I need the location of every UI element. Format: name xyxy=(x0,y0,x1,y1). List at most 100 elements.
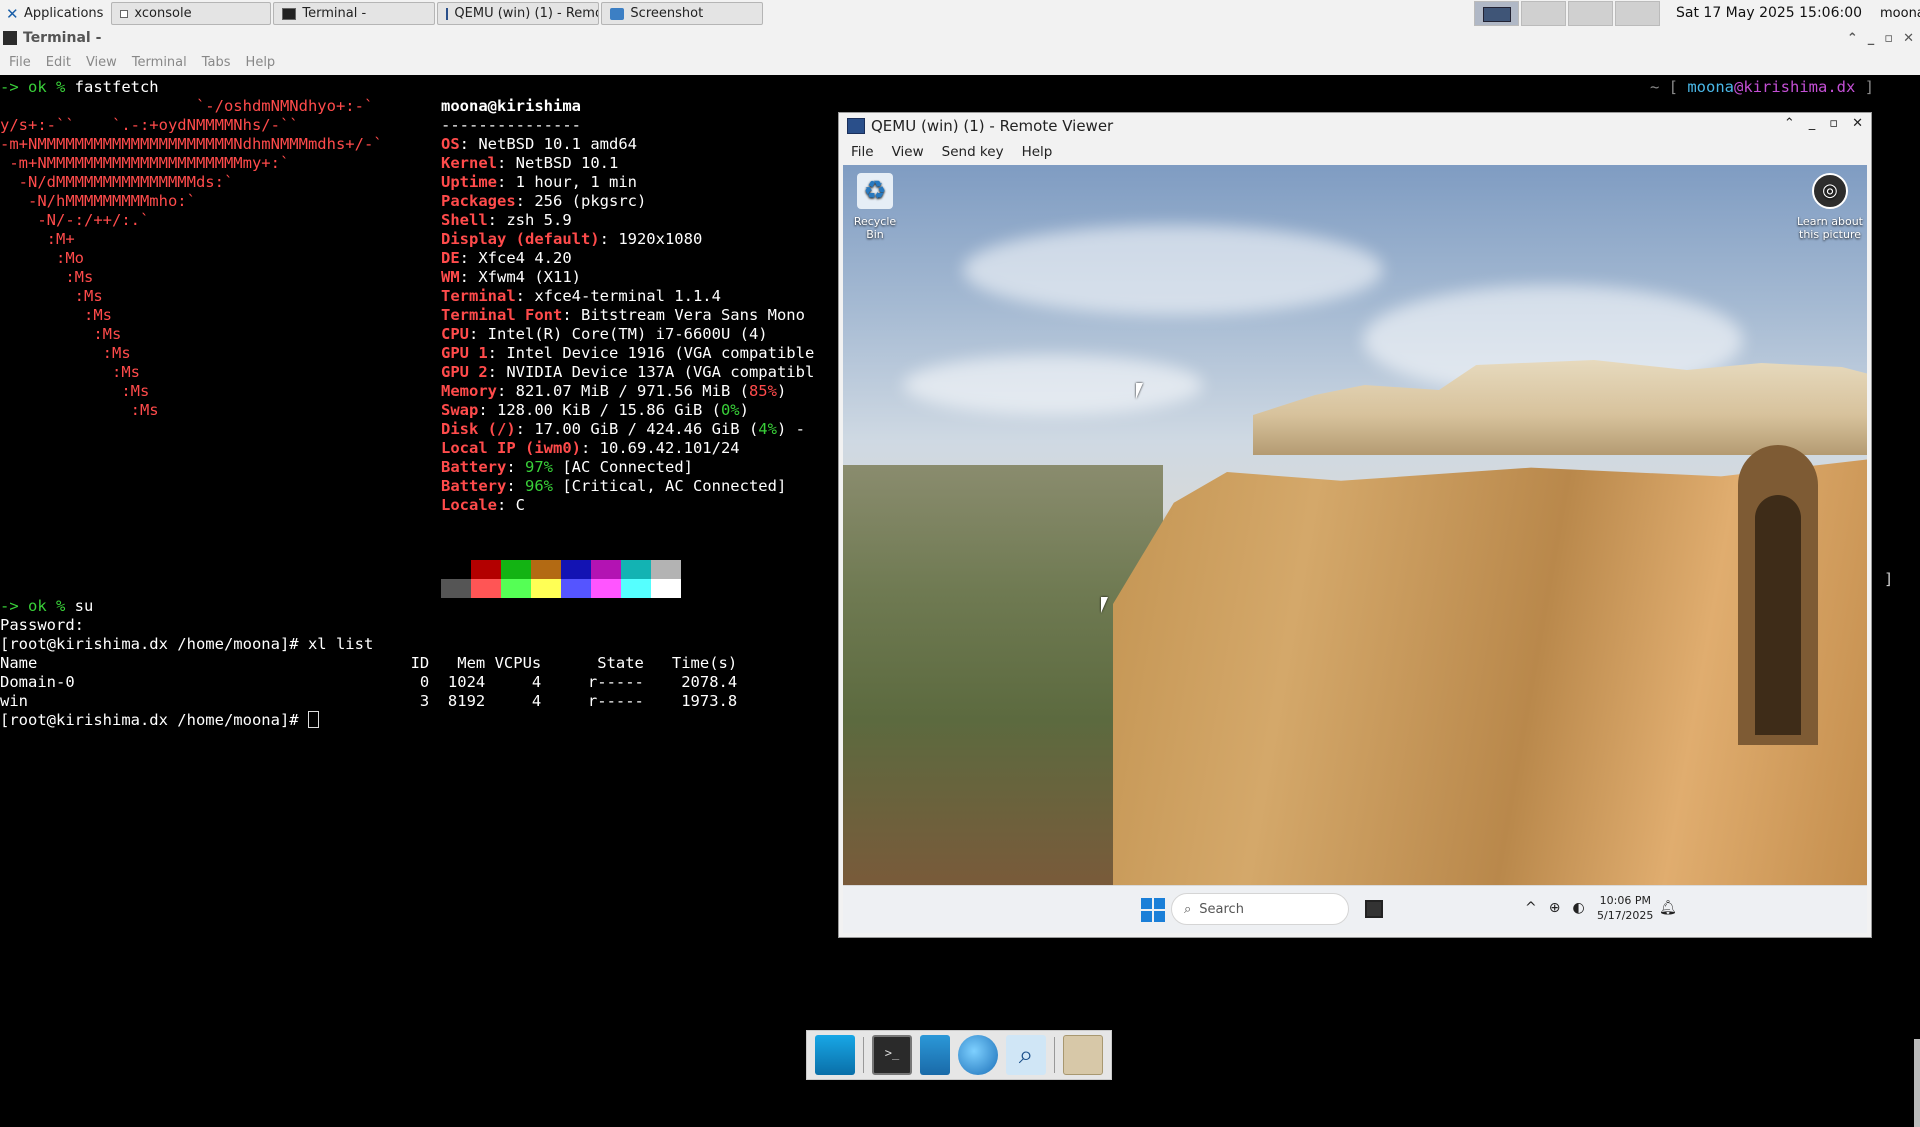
menu-terminal[interactable]: Terminal xyxy=(132,55,187,70)
menu-help[interactable]: Help xyxy=(246,55,276,70)
right-prompt: ~ [ moona@kirishima.dx ] xyxy=(1650,78,1874,97)
taskbar-item-terminal[interactable]: Terminal - xyxy=(273,2,436,25)
taskbar-item-screenshot[interactable]: Screenshot xyxy=(601,2,764,25)
ascii-logo-line: :Ms xyxy=(0,382,150,400)
info-value: 10.69.42.101/24 xyxy=(599,439,740,457)
shade-icon[interactable]: ⌃ xyxy=(1847,31,1858,46)
fastfetch-info-line: Terminal Font: Bitstream Vera Sans Mono xyxy=(441,306,805,325)
workspace-2[interactable] xyxy=(1521,1,1566,26)
info-value: 256 (pkgsrc) xyxy=(534,192,647,210)
file-manager-icon[interactable] xyxy=(920,1035,950,1075)
menu-tabs[interactable]: Tabs xyxy=(202,55,231,70)
show-desktop-icon[interactable] xyxy=(815,1035,855,1075)
folder-icon[interactable] xyxy=(1063,1035,1103,1075)
ascii-logo-line: :M+ xyxy=(0,230,75,248)
guest-display[interactable]: ♻ Recycle Bin ◎ Learn about this picture… xyxy=(843,165,1867,933)
info-tail: ) xyxy=(776,382,787,400)
info-value: NetBSD 10.1 amd64 xyxy=(478,135,637,153)
color-palette xyxy=(441,560,681,598)
info-percentage: 85% xyxy=(748,382,777,400)
panel-clock[interactable]: Sat 17 May 2025 15:06:00 xyxy=(1676,0,1862,27)
palette-swatch xyxy=(531,579,561,598)
minimize-icon[interactable]: _ xyxy=(1809,116,1816,131)
info-tail: [AC Connected] xyxy=(553,458,693,476)
web-browser-icon[interactable] xyxy=(958,1035,998,1075)
info-value: 821.07 MiB / 971.56 MiB ( xyxy=(515,382,749,400)
fastfetch-info-line: GPU 2: NVIDIA Device 137A (VGA compatibl xyxy=(441,363,814,382)
xl-list-row: win 3 8192 4 r----- 1973.8 xyxy=(0,692,738,710)
qemu-menu-send-key[interactable]: Send key xyxy=(942,144,1004,160)
screenshot-icon xyxy=(610,7,625,20)
windows-search-box[interactable]: ⌕ Search xyxy=(1171,893,1349,925)
xfce-mouse-icon: ✕ xyxy=(6,4,19,23)
terminal-icon[interactable]: >_ xyxy=(872,1035,912,1075)
terminal-icon xyxy=(3,31,17,45)
xl-list-row: Domain-0 0 1024 4 r----- 2078.4 xyxy=(0,673,738,691)
info-key: GPU 2 xyxy=(441,363,488,381)
applications-label: Applications xyxy=(24,6,104,21)
command-text: xl list xyxy=(307,635,374,653)
close-icon[interactable]: ✕ xyxy=(1852,116,1863,131)
password-line: Password: xyxy=(0,616,84,634)
info-value: 128.00 KiB / 15.86 GiB ( xyxy=(497,401,721,419)
app-finder-icon[interactable]: ⌕ xyxy=(1006,1035,1046,1075)
info-key: Uptime xyxy=(441,173,497,191)
terminal-titlebar[interactable]: Terminal - ⌃ _ ▫ ✕ xyxy=(0,27,1920,49)
maximize-icon[interactable]: ▫ xyxy=(1829,116,1838,131)
info-separator: : xyxy=(515,192,535,210)
wallpaper-bridge-arch xyxy=(1755,495,1801,735)
chevron-up-icon[interactable]: ^ xyxy=(1525,900,1537,916)
maximize-icon[interactable]: ▫ xyxy=(1884,31,1893,46)
ascii-logo-line: -N/hMMMMMMMMMmho:` xyxy=(0,192,196,210)
applications-menu-button[interactable]: ✕ Applications xyxy=(0,0,109,27)
workspace-4[interactable] xyxy=(1615,1,1660,26)
close-icon[interactable]: ✕ xyxy=(1903,31,1914,46)
windows-date: 5/17/2025 xyxy=(1597,909,1654,922)
xconsole-icon xyxy=(120,9,129,18)
fastfetch-userhost: moona@kirishima xyxy=(441,97,581,115)
windows-start-icon[interactable] xyxy=(1141,898,1165,922)
user-menu[interactable]: moona xyxy=(1880,0,1920,27)
fastfetch-info-line: Local IP (iwm0): 10.69.42.101/24 xyxy=(441,439,740,458)
info-percentage: 4% xyxy=(758,420,777,438)
top-panel: ✕ Applications xconsole Terminal - QEMU … xyxy=(0,0,1920,28)
menu-file[interactable]: File xyxy=(9,55,31,70)
info-tail: [Critical, AC Connected] xyxy=(553,477,787,495)
info-key: OS xyxy=(441,135,460,153)
fastfetch-info-line: GPU 1: Intel Device 1916 (VGA compatible xyxy=(441,344,814,363)
menu-view[interactable]: View xyxy=(86,55,117,70)
workspace-3[interactable] xyxy=(1568,1,1613,26)
shade-icon[interactable]: ⌃ xyxy=(1784,116,1795,131)
info-separator: : xyxy=(506,458,525,476)
cloud xyxy=(963,225,1383,315)
taskbar-item-xconsole[interactable]: xconsole xyxy=(111,2,272,25)
volume-icon[interactable]: ◐ xyxy=(1572,900,1584,916)
info-separator: : xyxy=(459,249,479,267)
qemu-menu-help[interactable]: Help xyxy=(1022,144,1053,160)
terminal-scrollbar[interactable] xyxy=(1914,1039,1920,1127)
menu-edit[interactable]: Edit xyxy=(46,55,71,70)
windows-clock[interactable]: 10:06 PM 5/17/2025 xyxy=(1597,893,1654,923)
minimize-icon[interactable]: _ xyxy=(1868,31,1875,46)
info-separator: : xyxy=(515,420,535,438)
recycle-bin-desktop-icon[interactable]: ♻ Recycle Bin xyxy=(847,173,903,241)
learn-about-picture-icon[interactable]: ◎ Learn about this picture xyxy=(1797,173,1863,241)
info-percentage: 0% xyxy=(720,401,740,419)
qemu-menu-file[interactable]: File xyxy=(851,144,874,160)
info-value: zsh 5.9 xyxy=(506,211,572,229)
workspace-1[interactable] xyxy=(1474,1,1519,26)
ascii-logo-line: :Mo xyxy=(0,249,84,267)
task-view-icon[interactable] xyxy=(1365,900,1383,918)
rprompt-close: ] xyxy=(1864,78,1875,96)
network-globe-icon[interactable]: ⊕ xyxy=(1549,900,1561,916)
notification-bell-icon[interactable]: 🔔︎ xyxy=(1659,900,1677,916)
qemu-menubar: File View Send key Help xyxy=(839,139,1871,165)
taskbar-item-qemu[interactable]: QEMU (win) (1) - Remote ... xyxy=(437,2,600,25)
info-key: Swap xyxy=(441,401,479,419)
text-cursor xyxy=(307,711,319,728)
qemu-menu-view[interactable]: View xyxy=(892,144,924,160)
info-separator: : xyxy=(497,382,516,400)
info-key: GPU 1 xyxy=(441,344,488,362)
qemu-titlebar[interactable]: QEMU (win) (1) - Remote Viewer ⌃ _ ▫ ✕ xyxy=(839,113,1871,139)
ascii-logo-line: :Ms xyxy=(0,287,103,305)
